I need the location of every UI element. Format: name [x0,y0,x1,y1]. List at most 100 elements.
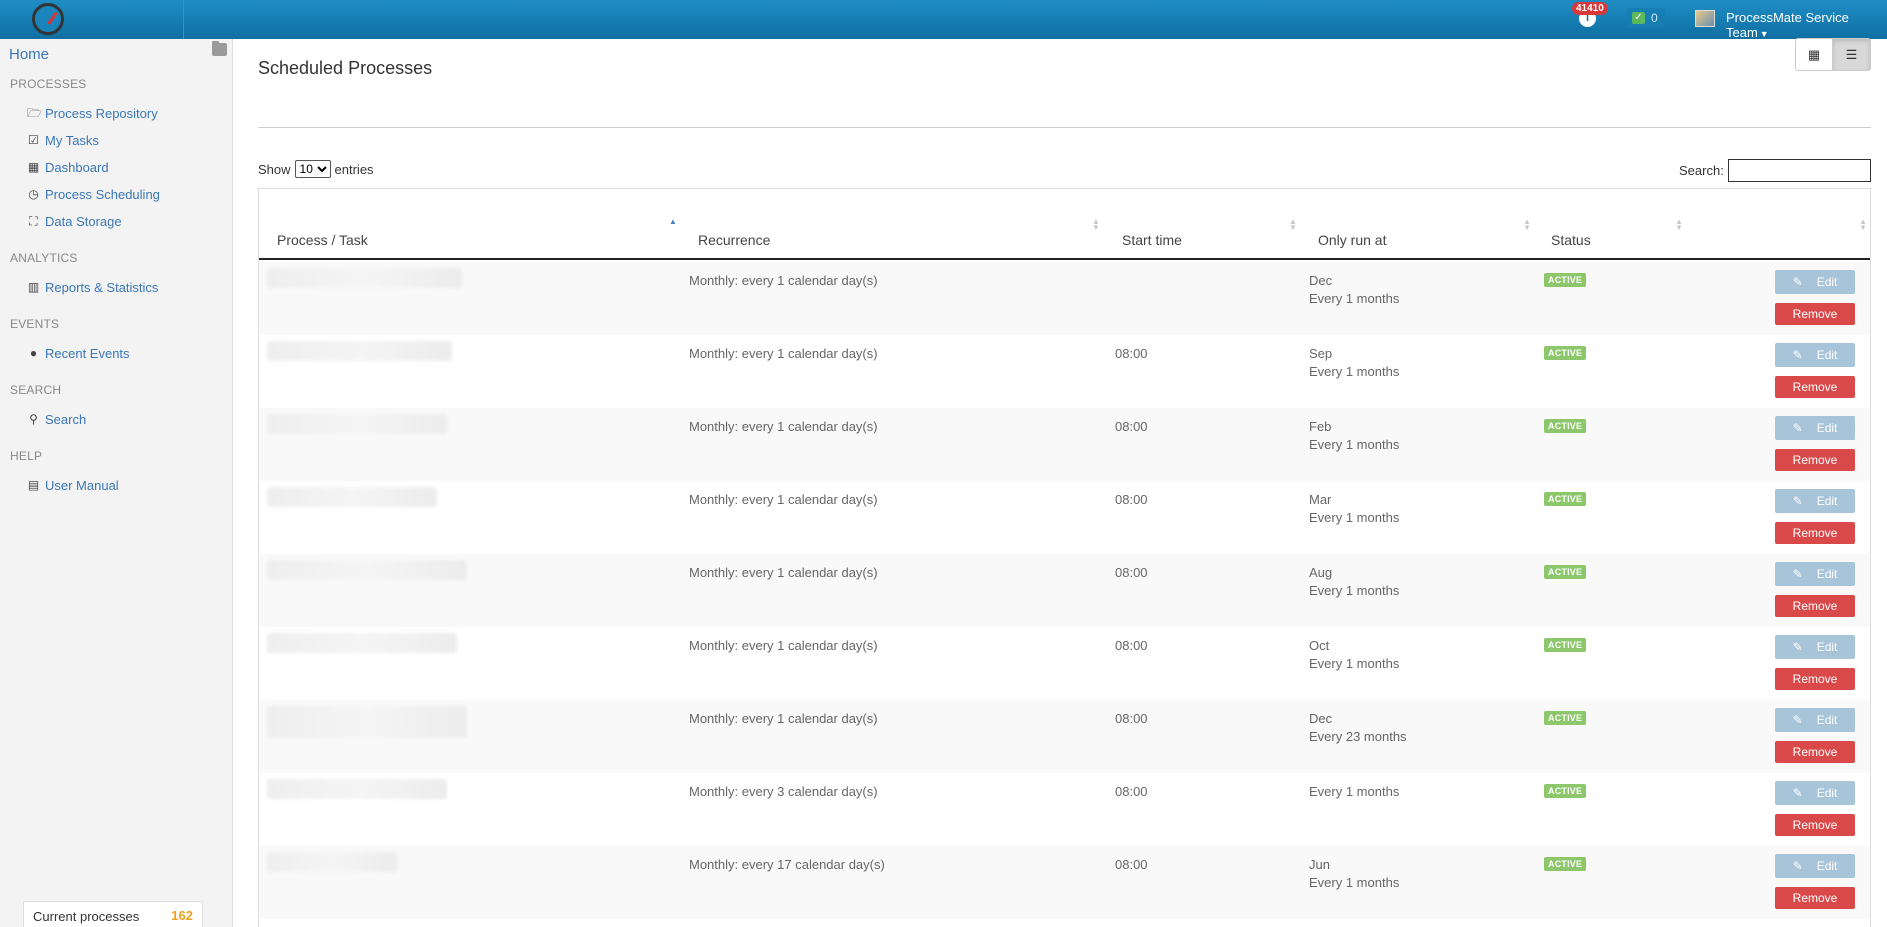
entries-label: entries [334,161,374,177]
notifications-badge[interactable]: 41410 [1572,2,1608,15]
process-name-redacted[interactable] [267,706,467,738]
edit-label: Edit [1816,640,1838,654]
sidebar-item-process-repository[interactable]: 🗁 Process Repository [27,104,158,122]
user-menu[interactable]: ProcessMate Service Team ▼ [1726,10,1887,40]
search-input[interactable] [1728,159,1871,182]
check-square-icon: ✓ [1632,12,1645,24]
run-at-cell: Every 1 months [1309,783,1399,801]
folder-open-icon: 🗁 [27,105,42,120]
sort-icon[interactable]: ▲ ▼ [1523,218,1531,232]
sidebar-item-label: Reports & Statistics [45,279,159,295]
folder-icon[interactable] [212,41,227,56]
remove-button[interactable]: Remove [1775,303,1855,325]
column-header-only-run-at[interactable]: Only run at [1318,232,1386,248]
column-header-recurrence[interactable]: Recurrence [698,232,770,248]
start-time-cell: 08:00 [1115,346,1148,361]
recurrence-cell: Monthly: every 3 calendar day(s) [689,784,878,799]
remove-button[interactable]: Remove [1775,741,1855,763]
remove-button[interactable]: Remove [1775,814,1855,836]
process-name-redacted[interactable] [267,268,462,288]
remove-button[interactable]: Remove [1775,595,1855,617]
process-name-redacted[interactable] [267,341,452,361]
run-at-month: Aug [1309,565,1333,580]
sidebar-item-process-scheduling[interactable]: ◷ Process Scheduling [27,185,160,203]
current-processes-tab[interactable]: Current processes 162 [23,901,203,927]
grid-view-button[interactable]: ▦ [1795,38,1833,71]
sidebar-item-label: My Tasks [45,132,99,148]
tasks-count: 0 [1651,11,1658,25]
list-view-button[interactable]: ☰ [1833,38,1871,71]
sort-icon[interactable]: ▲ ▼ [1675,218,1683,232]
run-at-month: Oct [1309,638,1330,653]
run-at-interval: Every 1 months [1309,583,1400,598]
status-badge: ACTIVE [1544,784,1587,798]
edit-button[interactable]: ✎ Edit [1775,635,1855,659]
pencil-icon: ✎ [1792,348,1803,362]
process-name-redacted[interactable] [267,487,437,507]
divider [258,127,1871,128]
run-at-month: Every 1 months [1309,784,1400,799]
edit-label: Edit [1816,494,1838,508]
sidebar-item-dashboard[interactable]: ▦ Dashboard [27,158,109,176]
edit-button[interactable]: ✎ Edit [1775,562,1855,586]
page-size-select[interactable]: 10 [294,160,331,178]
remove-button[interactable]: Remove [1775,887,1855,909]
edit-button[interactable]: ✎ Edit [1775,416,1855,440]
column-header-status[interactable]: Status [1551,232,1591,248]
recurrence-cell: Monthly: every 17 calendar day(s) [689,857,885,872]
sidebar-item-reports[interactable]: ▥ Reports & Statistics [27,278,159,296]
recurrence-cell: Monthly: every 1 calendar day(s) [689,711,878,726]
avatar[interactable] [1695,10,1715,27]
recurrence-cell: Monthly: every 1 calendar day(s) [689,492,878,507]
pencil-icon: ✎ [1792,567,1803,581]
sort-icon[interactable]: ▲ ▼ [1289,218,1297,232]
table-row: Monthly: every 1 calendar day(s) 08:00 A… [259,554,1870,627]
edit-label: Edit [1816,275,1838,289]
remove-button[interactable]: Remove [1775,376,1855,398]
pencil-icon: ✎ [1792,713,1803,727]
section-analytics: ANALYTICS [10,251,78,265]
sidebar-item-data-storage[interactable]: ⛶ Data Storage [27,212,121,230]
sort-icon[interactable]: ▲ ▼ [1092,218,1100,232]
calendar-icon: ▦ [27,159,40,174]
remove-button[interactable]: Remove [1775,522,1855,544]
recurrence-cell: Monthly: every 1 calendar day(s) [689,273,878,288]
table-row: Monthly: every 1 calendar day(s) 08:00 D… [259,700,1870,773]
start-time-cell: 08:00 [1115,492,1148,507]
tasks-indicator[interactable]: ✓ 0 [1627,8,1665,28]
logo-area[interactable] [0,0,184,39]
edit-button[interactable]: ✎ Edit [1775,854,1855,878]
process-name-redacted[interactable] [267,779,447,799]
run-at-month: Dec [1309,711,1333,726]
sort-asc-icon[interactable]: ▲ [669,218,677,226]
process-name-redacted[interactable] [267,852,397,872]
remove-button[interactable]: Remove [1775,668,1855,690]
sidebar-item-recent-events[interactable]: ● Recent Events [27,344,130,362]
column-header-process[interactable]: Process / Task [277,232,368,248]
run-at-interval: Every 1 months [1309,656,1400,671]
edit-button[interactable]: ✎ Edit [1775,708,1855,732]
process-name-redacted[interactable] [267,414,447,434]
sidebar-item-user-manual[interactable]: ▤ User Manual [27,476,119,494]
recurrence-cell: Monthly: every 1 calendar day(s) [689,346,878,361]
edit-button[interactable]: ✎ Edit [1775,781,1855,805]
start-time-cell: 08:00 [1115,419,1148,434]
edit-button[interactable]: ✎ Edit [1775,489,1855,513]
edit-label: Edit [1816,859,1838,873]
remove-button[interactable]: Remove [1775,449,1855,471]
sitemap-icon: ⛶ [29,213,38,228]
process-name-redacted[interactable] [267,560,467,580]
sidebar-home-link[interactable]: Home [9,46,49,63]
search-label: Search: [1679,163,1724,178]
sidebar-item-my-tasks[interactable]: ☑ My Tasks [27,131,99,149]
sort-icon[interactable]: ▲ ▼ [1859,218,1867,232]
app-logo-icon[interactable] [32,3,64,35]
process-name-redacted[interactable] [267,633,457,653]
sidebar-item-search[interactable]: ⚲ Search [27,410,86,428]
caret-down-icon: ▼ [1759,29,1769,39]
column-header-start-time[interactable]: Start time [1122,232,1182,248]
edit-button[interactable]: ✎ Edit [1775,270,1855,294]
status-badge: ACTIVE [1544,346,1587,360]
edit-button[interactable]: ✎ Edit [1775,343,1855,367]
clock-icon: ◷ [28,186,39,201]
